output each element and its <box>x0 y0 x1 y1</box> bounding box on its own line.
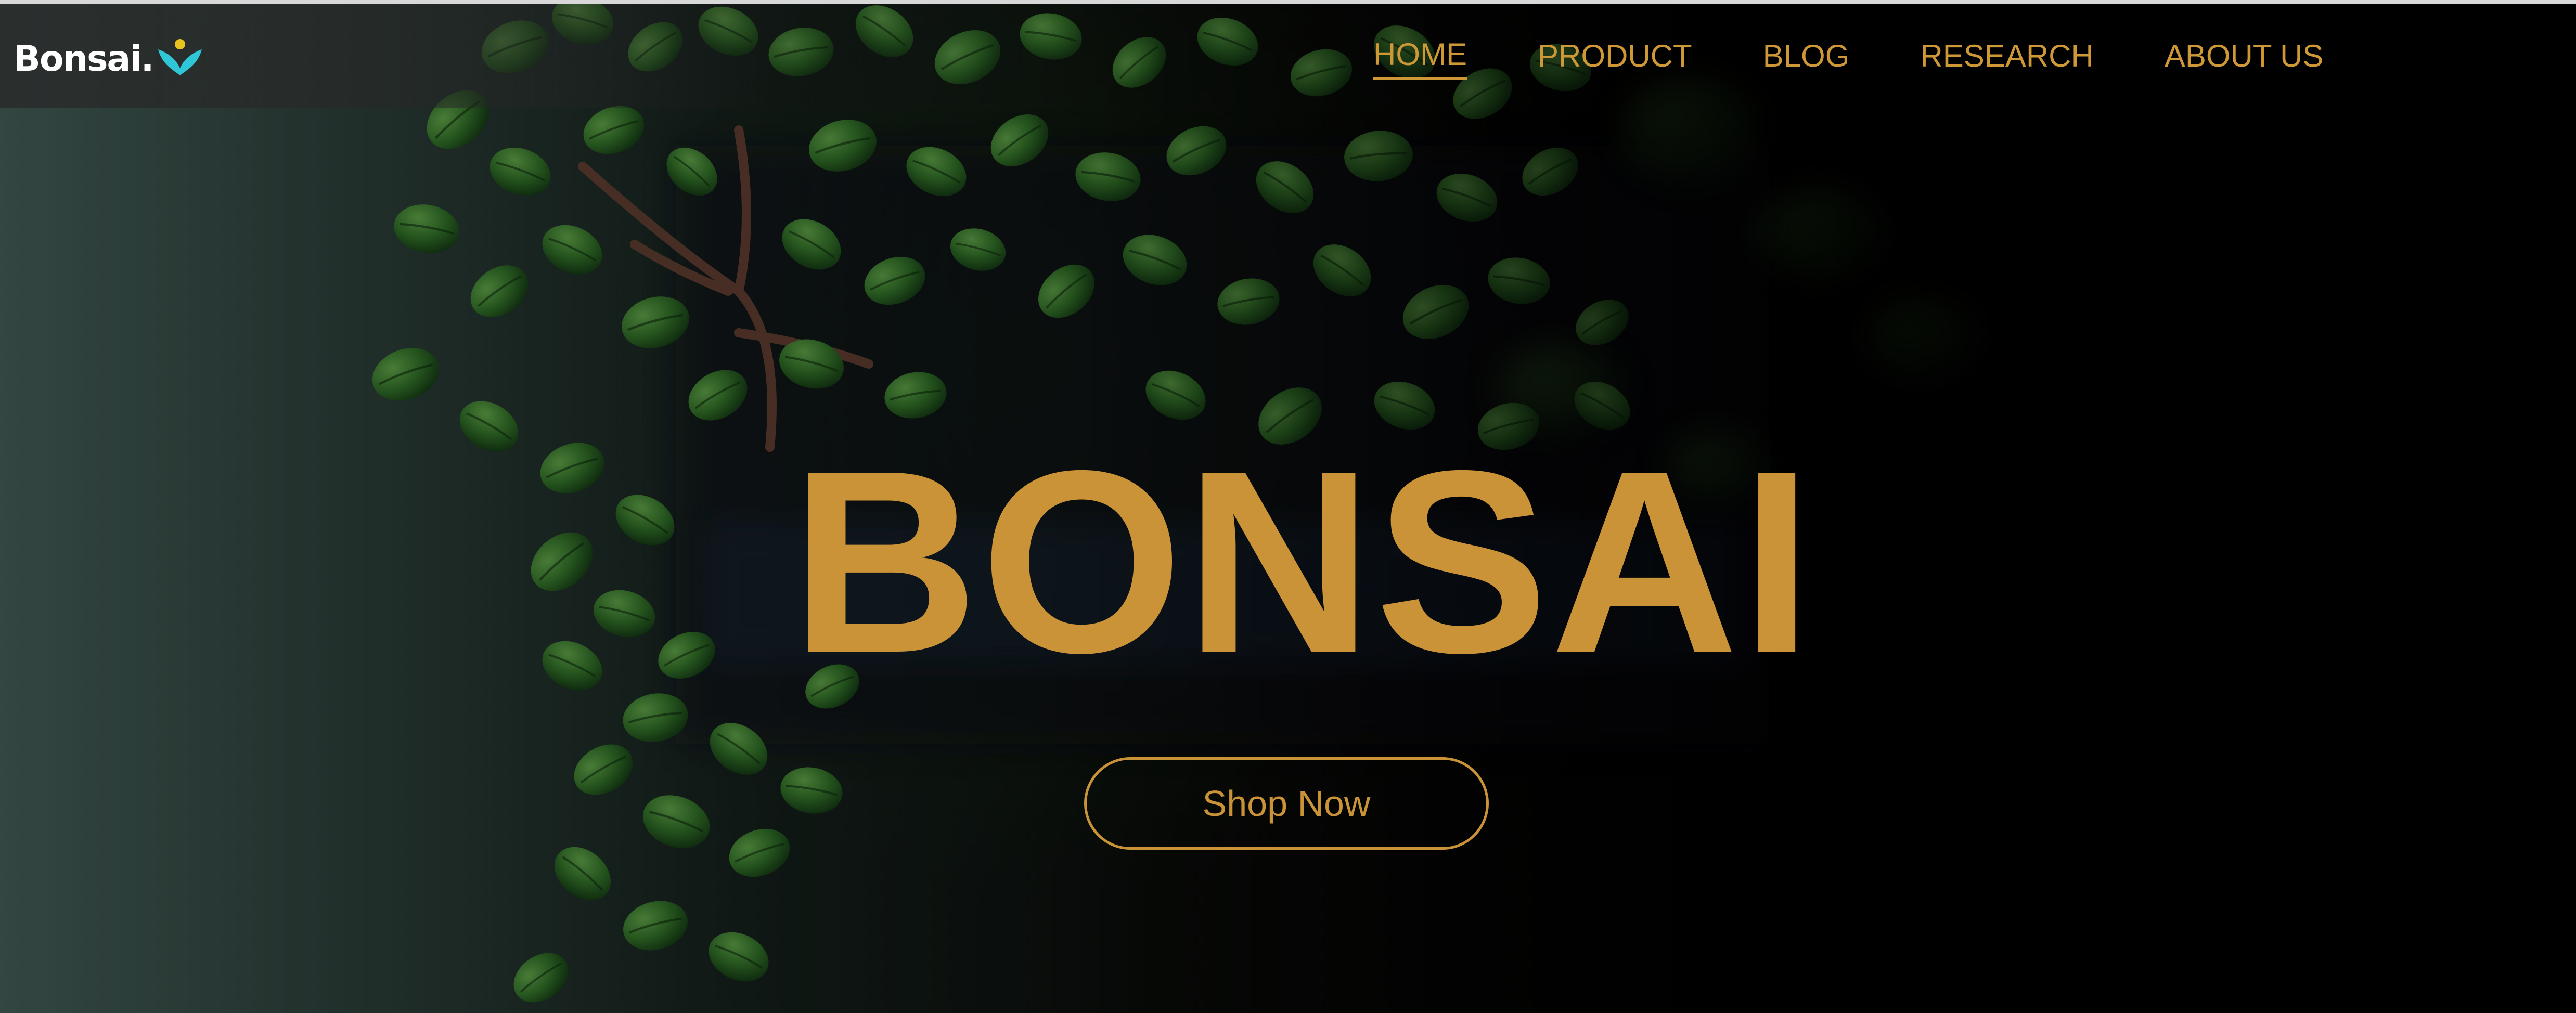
hero-title: BONSAI <box>791 416 1815 707</box>
main-navigation: HOME PRODUCT BLOG RESEARCH ABOUT US <box>1373 36 2323 80</box>
sprout-logo-icon <box>158 39 202 75</box>
shop-now-button[interactable]: Shop Now <box>1084 757 1489 850</box>
nav-product[interactable]: PRODUCT <box>1538 38 1692 79</box>
brand-logo[interactable]: Bonsai. <box>14 35 205 82</box>
top-border <box>0 0 2576 4</box>
nav-blog[interactable]: BLOG <box>1763 38 1850 79</box>
navbar: Bonsai. HOME PRODUCT BLOG RESEARCH ABOUT… <box>0 4 2576 108</box>
brand-name: Bonsai. <box>14 38 154 80</box>
nav-home[interactable]: HOME <box>1373 36 1467 80</box>
landing-page: Bonsai. HOME PRODUCT BLOG RESEARCH ABOUT… <box>0 0 2576 1013</box>
nav-about-us[interactable]: ABOUT US <box>2165 38 2324 79</box>
nav-research[interactable]: RESEARCH <box>1920 38 2093 79</box>
